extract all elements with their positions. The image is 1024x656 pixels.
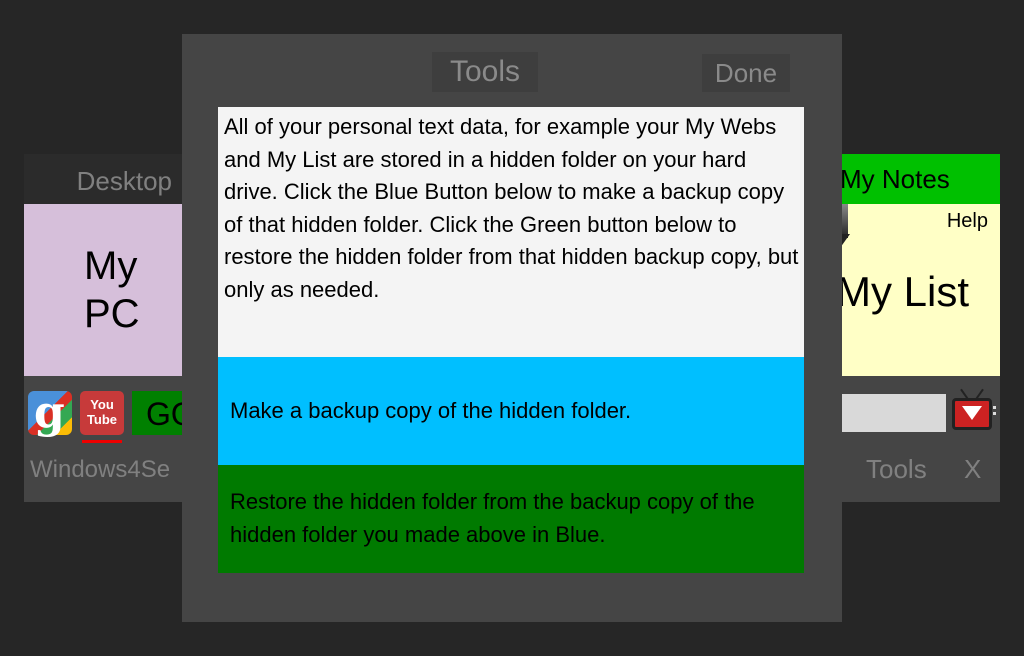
desktop-header: Desktop — [24, 154, 182, 204]
search-input[interactable] — [840, 394, 946, 432]
desktop-window: Desktop My PC g You Tube GO Windows4Se — [24, 154, 182, 502]
done-button[interactable]: Done — [702, 54, 790, 92]
tv-download-icon[interactable] — [952, 388, 996, 432]
info-text: All of your personal text data, for exam… — [218, 107, 804, 357]
restore-button[interactable]: Restore the hidden folder from the backu… — [218, 465, 804, 573]
my-notes-title: My Notes — [840, 164, 950, 194]
go-button[interactable]: GO — [132, 391, 182, 435]
google-icon[interactable]: g — [28, 387, 72, 438]
tools-dialog: Tools Done All of your personal text dat… — [182, 34, 842, 622]
close-button[interactable]: X — [964, 454, 981, 485]
desktop-title[interactable]: Desktop — [77, 166, 172, 197]
windows4seniors-link[interactable]: Windows4Se — [30, 456, 182, 484]
my-list-tile[interactable]: Help My List — [840, 204, 1000, 376]
my-list-label: My List — [840, 268, 970, 315]
my-notes-header[interactable]: My Notes — [840, 154, 1000, 204]
tools-button[interactable]: Tools — [866, 454, 927, 485]
my-notes-window: My Notes Help My List Tools X — [840, 154, 1000, 502]
youtube-icon[interactable]: You Tube — [80, 391, 124, 435]
backup-button[interactable]: Make a backup copy of the hidden folder. — [218, 357, 804, 465]
down-arrow-icon — [840, 204, 854, 248]
help-link[interactable]: Help — [947, 210, 988, 233]
my-pc-tile[interactable]: My PC — [24, 204, 182, 376]
my-pc-label: My PC — [84, 244, 140, 336]
dialog-title: Tools — [432, 52, 538, 92]
youtube-active-indicator — [82, 440, 122, 443]
